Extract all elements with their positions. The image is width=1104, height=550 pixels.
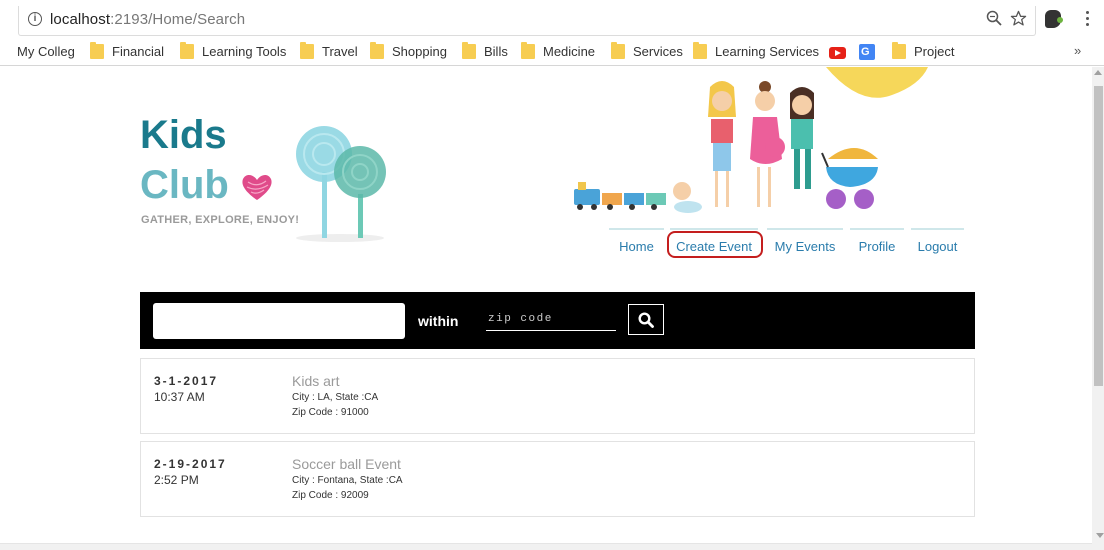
bookmark-youtube[interactable] (829, 43, 846, 61)
event-location: City : Fontana, State :CA (292, 475, 403, 486)
event-time: 10:37 AM (154, 390, 205, 404)
folder-icon (300, 42, 314, 60)
bookmark-label: Project (914, 44, 955, 59)
event-location: City : LA, State :CA (292, 392, 379, 403)
folder-icon (180, 42, 194, 60)
nav-logout[interactable]: Logout (911, 228, 964, 262)
search-input[interactable] (153, 303, 405, 339)
scrollbar-thumb[interactable] (1094, 86, 1103, 386)
bookmark-label: My Colleg (17, 44, 75, 59)
nav-profile[interactable]: Profile (850, 228, 904, 262)
event-date: 3-1-2017 (154, 374, 219, 388)
nav-home[interactable]: Home (609, 228, 664, 262)
google-translate-icon (859, 43, 875, 61)
folder-icon (892, 42, 906, 60)
browser-address-bar: i localhost:2193/Home/Search (0, 0, 1104, 38)
evernote-extension-icon[interactable] (1045, 10, 1063, 28)
bookmark-bills[interactable]: Bills (462, 42, 508, 61)
event-title[interactable]: Kids art (292, 373, 339, 389)
bookmark-my-colleg[interactable]: My Colleg (17, 43, 75, 61)
event-date: 2-19-2017 (154, 457, 227, 471)
search-button[interactable] (628, 304, 664, 335)
create-event-highlight-annotation (667, 231, 763, 258)
url-host: localhost (50, 11, 111, 28)
bookmark-medicine[interactable]: Medicine (521, 42, 596, 61)
logo-title-kids: Kids (140, 113, 227, 157)
event-zip: Zip Code : 92009 (292, 490, 369, 501)
bookmark-label: Learning Tools (202, 44, 287, 59)
search-icon (638, 311, 654, 328)
star-icon[interactable] (1010, 10, 1027, 27)
bookmark-travel[interactable]: Travel (300, 42, 358, 61)
search-bar: within (140, 292, 975, 349)
folder-icon (521, 42, 535, 60)
event-title[interactable]: Soccer ball Event (292, 456, 401, 472)
within-label: within (418, 313, 459, 329)
event-result-card[interactable]: 3-1-2017 10:37 AM Kids art City : LA, St… (140, 358, 975, 434)
folder-icon (611, 42, 625, 60)
bookmark-label: Learning Services (715, 44, 820, 59)
bookmark-label: Services (633, 44, 683, 59)
event-result-card[interactable]: 2-19-2017 2:52 PM Soccer ball Event City… (140, 441, 975, 517)
folder-icon (370, 42, 384, 60)
horizontal-scrollbar[interactable] (0, 543, 1092, 550)
bookmark-shopping[interactable]: Shopping (370, 42, 447, 61)
folder-icon (693, 42, 707, 60)
bookmarks-bar: My Colleg Financial Learning Tools Trave… (0, 38, 1104, 66)
youtube-icon (829, 47, 846, 59)
heart-icon (242, 174, 272, 200)
logo-title-club: Club (140, 163, 229, 207)
zip-code-input[interactable] (486, 307, 616, 331)
bookmark-learning-services[interactable]: Learning Services (693, 42, 820, 61)
more-menu-icon[interactable] (1086, 11, 1090, 27)
bookmark-label: Financial (112, 44, 165, 59)
bookmark-google-translate[interactable] (859, 43, 875, 61)
bookmark-project[interactable]: Project (892, 42, 955, 61)
main-nav: Home Create Event My Events Profile Logo… (609, 228, 969, 262)
folder-icon (90, 42, 104, 60)
family-illustration (574, 67, 928, 213)
url-text[interactable]: localhost:2193/Home/Search (50, 11, 245, 28)
bookmarks-overflow-icon[interactable]: » (1074, 43, 1081, 58)
scroll-up-arrow-icon[interactable] (1094, 70, 1102, 75)
nav-my-events[interactable]: My Events (767, 228, 843, 262)
bookmark-label: Bills (484, 44, 508, 59)
bookmark-learning-tools[interactable]: Learning Tools (180, 42, 287, 61)
bookmark-label: Medicine (543, 44, 596, 59)
bookmark-label: Travel (322, 44, 358, 59)
url-path: :2193/Home/Search (110, 11, 246, 28)
zoom-icon[interactable] (986, 10, 1002, 26)
event-time: 2:52 PM (154, 473, 199, 487)
logo-tagline: GATHER, EXPLORE, ENJOY! (141, 214, 300, 226)
folder-icon (462, 42, 476, 60)
bookmark-label: Shopping (392, 44, 447, 59)
bookmark-services[interactable]: Services (611, 42, 683, 61)
info-icon[interactable]: i (28, 12, 42, 26)
event-zip: Zip Code : 91000 (292, 407, 369, 418)
scroll-down-arrow-icon[interactable] (1096, 533, 1104, 538)
bookmark-financial[interactable]: Financial (90, 42, 165, 61)
trees-illustration (296, 126, 386, 242)
